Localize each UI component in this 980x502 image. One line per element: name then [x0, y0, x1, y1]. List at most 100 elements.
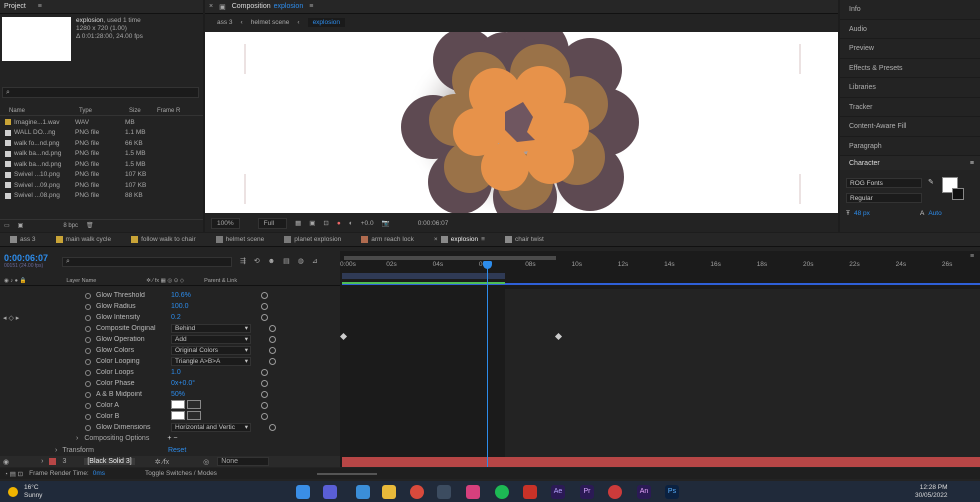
- right-panel-item[interactable]: Tracker: [840, 98, 980, 117]
- camera-icon[interactable]: 📷: [382, 219, 390, 227]
- breadcrumb-item[interactable]: ass 3: [217, 19, 233, 26]
- photoshop-icon[interactable]: Ps: [665, 485, 679, 499]
- motion-blur-icon[interactable]: ◍: [298, 257, 304, 265]
- timeline-comp-tab[interactable]: helmet scene: [215, 236, 264, 243]
- property-dropdown[interactable]: Add ▾: [171, 335, 251, 344]
- timeline-comp-tab[interactable]: arm reach lock: [361, 236, 414, 243]
- stopwatch-icon[interactable]: [85, 292, 91, 299]
- eyedropper-icon[interactable]: [187, 411, 201, 420]
- shy-icon[interactable]: ☻: [268, 258, 275, 265]
- expression-pickwhip-icon[interactable]: [261, 369, 268, 376]
- compositing-options-label[interactable]: Compositing Options: [84, 435, 149, 442]
- project-file-row[interactable]: Swivel ...09.png PNG file 107 KB: [0, 180, 190, 191]
- font-size-value[interactable]: 48 px: [854, 210, 870, 217]
- channel-icon[interactable]: ●: [337, 220, 341, 227]
- region-icon[interactable]: ▦: [295, 219, 301, 227]
- new-comp-icon[interactable]: ▣: [18, 222, 24, 229]
- right-panel-item[interactable]: Paragraph: [840, 137, 980, 156]
- timeline-timecode-value[interactable]: 0:00:06:07: [4, 253, 48, 263]
- chevron-right-icon[interactable]: ›: [41, 458, 43, 465]
- windows-start-icon[interactable]: [296, 485, 310, 499]
- project-file-row[interactable]: walk ba...nd.png PNG file 1.5 MB: [0, 159, 190, 170]
- comp-mini-flowchart-icon[interactable]: ⇶: [240, 257, 246, 265]
- parent-column[interactable]: Parent & Link: [204, 278, 237, 284]
- property-dropdown[interactable]: Triangle A>B>A ▾: [171, 357, 251, 366]
- stopwatch-icon[interactable]: [85, 303, 91, 310]
- property-dropdown[interactable]: Horizontal and Vertic ▾: [171, 423, 251, 432]
- color-swatch[interactable]: [171, 411, 185, 420]
- panel-menu-icon[interactable]: ≡: [309, 3, 313, 10]
- timeline-comp-tab[interactable]: main walk cycle: [55, 236, 111, 243]
- file-explorer-icon[interactable]: [382, 485, 396, 499]
- eyedropper-icon[interactable]: [187, 400, 201, 409]
- color-swatch[interactable]: [171, 400, 185, 409]
- mask-icon[interactable]: ⊡: [323, 219, 328, 227]
- work-area-bar[interactable]: [344, 256, 556, 260]
- expression-pickwhip-icon[interactable]: [261, 314, 268, 321]
- add-remove-icons[interactable]: + −: [167, 435, 177, 442]
- timeline-comp-tab[interactable]: planet explosion: [284, 236, 341, 243]
- render-icons[interactable]: ◔ ▤ ⊡: [4, 470, 23, 478]
- property-value[interactable]: 1.0: [171, 369, 243, 376]
- after-effects-icon[interactable]: Ae: [551, 485, 565, 499]
- expression-pickwhip-icon[interactable]: [269, 336, 276, 343]
- panel-menu-icon[interactable]: ≡: [970, 160, 974, 167]
- property-value[interactable]: 100.0: [171, 303, 243, 310]
- panel-menu-icon[interactable]: ≡: [970, 253, 974, 260]
- time-graph[interactable]: 0:00s02s04s06s08s10s12s14s16s18s20s22s24…: [340, 251, 980, 467]
- font-style-select[interactable]: Regular: [846, 193, 922, 203]
- stopwatch-icon[interactable]: [85, 314, 91, 321]
- expression-pickwhip-icon[interactable]: [269, 424, 276, 431]
- composition-viewer[interactable]: [205, 32, 838, 213]
- exposure-icon[interactable]: ◐: [349, 220, 353, 227]
- project-file-row[interactable]: WALL DO...ng PNG file 1.1 MB: [0, 128, 190, 139]
- column-type[interactable]: Type: [79, 108, 129, 114]
- spotify-icon[interactable]: [495, 485, 509, 499]
- project-file-row[interactable]: Imagine...1.wav WAV MB: [0, 117, 190, 128]
- property-value[interactable]: 0x+0.0°: [171, 380, 243, 387]
- project-file-row[interactable]: Swivel ...08.png PNG file 88 KB: [0, 191, 190, 202]
- premiere-icon[interactable]: Pr: [580, 485, 594, 499]
- column-size[interactable]: Size: [129, 108, 157, 114]
- property-value[interactable]: 0.2: [171, 314, 243, 321]
- layer-row[interactable]: ◉ › 3 [Black Solid 3] ✲ ⁄fx ◎ None: [0, 456, 340, 467]
- chevron-right-icon[interactable]: ›: [76, 435, 78, 442]
- stroke-color-swatch[interactable]: [952, 188, 964, 200]
- stopwatch-icon[interactable]: [85, 369, 91, 376]
- toggle-switches-modes[interactable]: Toggle Switches / Modes: [145, 470, 217, 477]
- draft-3d-icon[interactable]: ⟲: [254, 257, 260, 265]
- right-panel-item[interactable]: Effects & Presets: [840, 59, 980, 78]
- chevron-right-icon[interactable]: ›: [55, 447, 57, 454]
- layer-name[interactable]: [Black Solid 3]: [84, 458, 135, 465]
- grid-icon[interactable]: ▣: [309, 219, 315, 227]
- property-dropdown[interactable]: Behind ▾: [171, 324, 251, 333]
- property-dropdown[interactable]: Original Colors ▾: [171, 346, 251, 355]
- zoom-slider[interactable]: [316, 472, 377, 475]
- app-icon[interactable]: [437, 485, 451, 499]
- breadcrumb-item[interactable]: helmet scene: [251, 19, 290, 26]
- time-ruler[interactable]: 0:00s02s04s06s08s10s12s14s16s18s20s22s24…: [340, 261, 980, 271]
- expression-pickwhip-icon[interactable]: [261, 391, 268, 398]
- current-time-indicator[interactable]: [487, 263, 488, 467]
- stopwatch-icon[interactable]: [85, 402, 91, 409]
- trash-icon[interactable]: 🗑: [86, 222, 94, 229]
- layer-bar[interactable]: [342, 457, 980, 467]
- timeline-comp-tab[interactable]: chair twist: [504, 236, 544, 243]
- right-panel-item[interactable]: Content-Aware Fill: [840, 117, 980, 137]
- keyframe-nav-icon[interactable]: ◂ ◇ ▸: [3, 314, 19, 322]
- font-family-select[interactable]: ROG Fonts: [846, 178, 922, 188]
- close-icon[interactable]: ×: [434, 236, 438, 243]
- parent-pickwhip-icon[interactable]: ◎: [203, 458, 209, 466]
- transform-label[interactable]: Transform: [62, 447, 94, 454]
- expression-pickwhip-icon[interactable]: [261, 303, 268, 310]
- bpc-label[interactable]: 8 bpc: [63, 223, 78, 229]
- expression-pickwhip-icon[interactable]: [269, 347, 276, 354]
- property-value[interactable]: 10.6%: [171, 292, 243, 299]
- lock-icon[interactable]: ▣: [219, 3, 226, 11]
- instagram-icon[interactable]: [466, 485, 480, 499]
- weather-widget[interactable]: 16°C Sunny: [8, 484, 42, 500]
- stopwatch-icon[interactable]: [85, 358, 91, 365]
- eye-icon[interactable]: ◉: [3, 458, 9, 466]
- acrobat-icon[interactable]: [523, 485, 537, 499]
- media-encoder-icon[interactable]: [608, 485, 622, 499]
